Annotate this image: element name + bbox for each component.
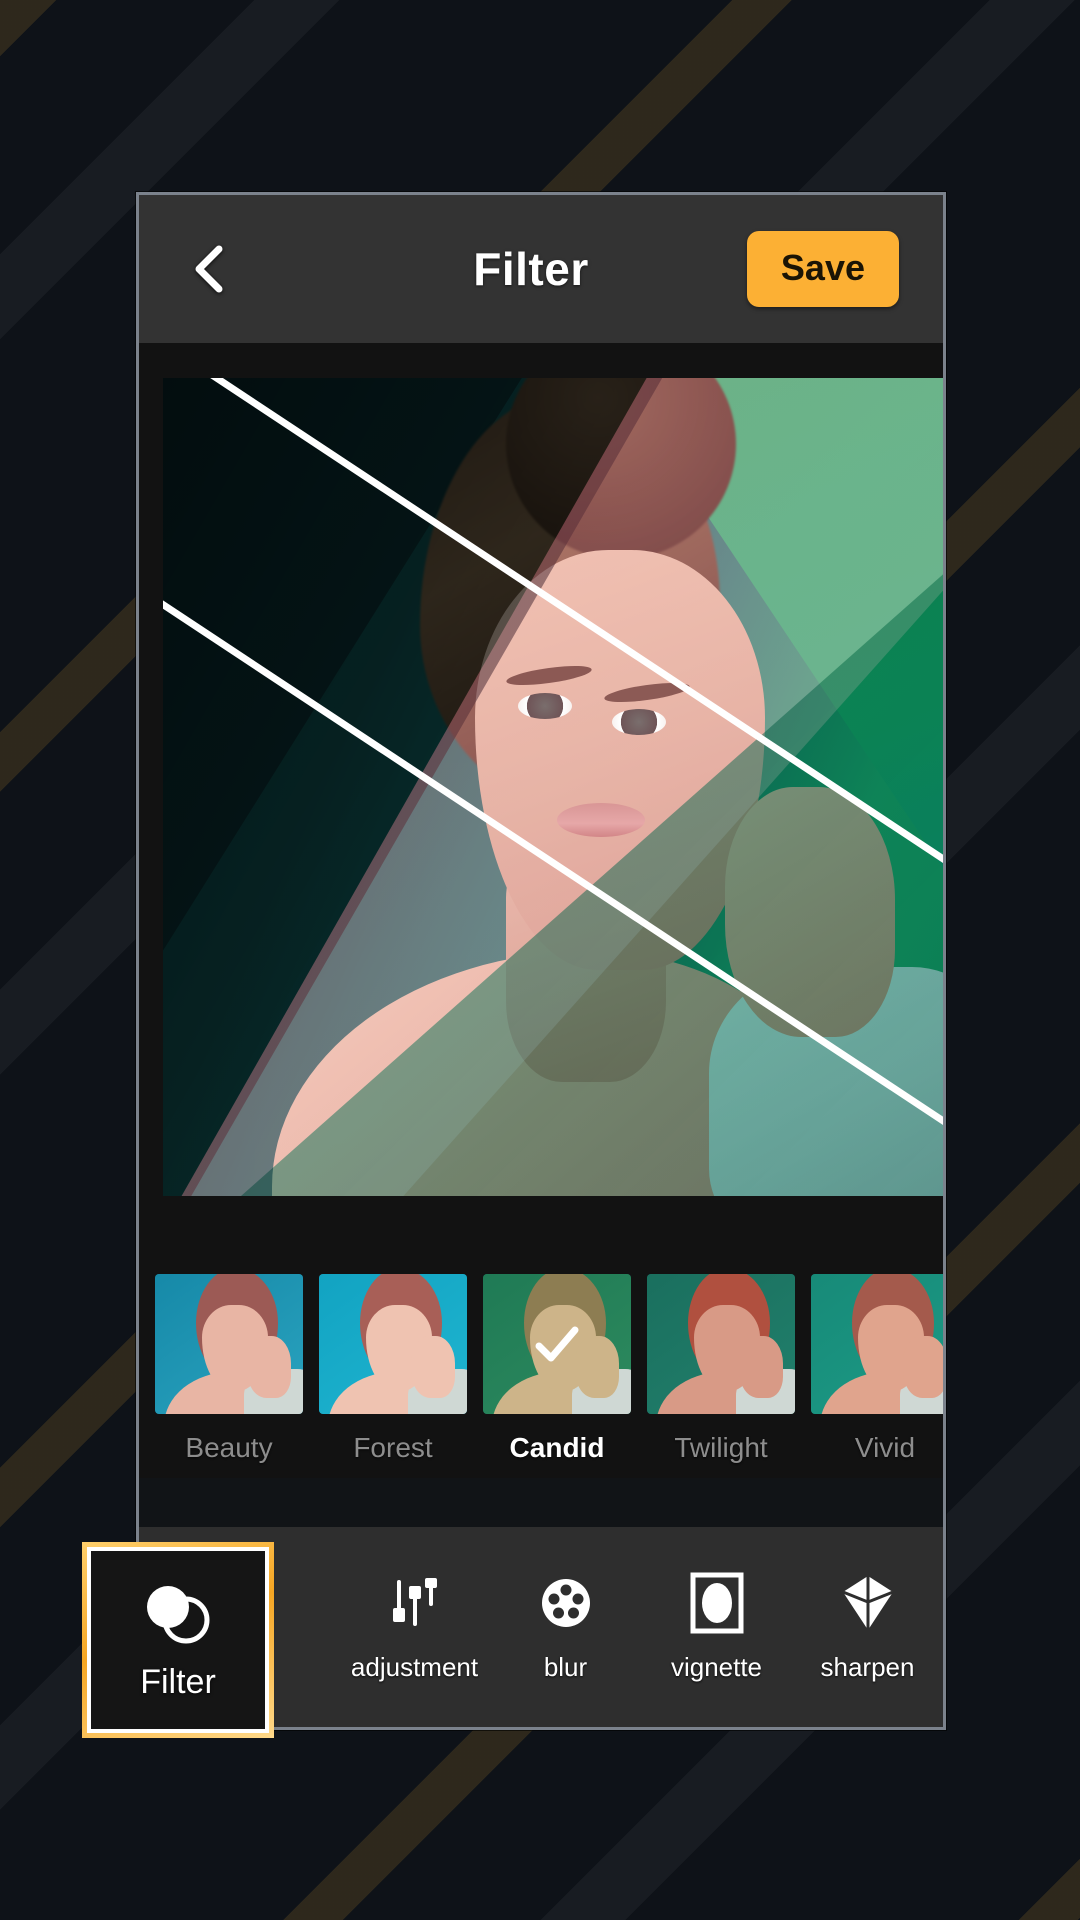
filter-item-vivid[interactable]: Vivid [811, 1274, 943, 1464]
filter-item-label: Beauty [185, 1432, 273, 1463]
toolbar-item-label: Filter [140, 1662, 216, 1701]
toolbar-item-sharpen[interactable]: sharpen [792, 1572, 943, 1683]
chevron-left-icon [195, 245, 223, 293]
filter-tile-inner: Filter [87, 1547, 269, 1733]
toolbar-item-label: sharpen [820, 1651, 915, 1682]
check-icon [535, 1326, 579, 1362]
filter-thumbnail-art [811, 1274, 943, 1414]
gem-icon [837, 1572, 899, 1634]
filter-thumbnail[interactable] [811, 1274, 943, 1414]
filter-item-beauty[interactable]: Beauty [155, 1274, 303, 1464]
filter-item-twilight[interactable]: Twilight [647, 1274, 795, 1464]
filter-thumbnail[interactable] [647, 1274, 795, 1414]
toolbar-item-blur[interactable]: blur [490, 1572, 641, 1683]
filter-thumbnail-art [319, 1274, 467, 1414]
photo-stage [139, 343, 943, 1248]
toolbar-item-label: adjustment [350, 1651, 479, 1682]
phone-screen-panel: Filter Save Beauty Forest Candid Twiligh… [136, 192, 946, 1730]
filter-item-label: Forest [353, 1432, 433, 1463]
app-header: Filter Save [139, 195, 943, 343]
save-button[interactable]: Save [746, 231, 899, 307]
filter-strip[interactable]: Beauty Forest Candid Twilight Vivid [139, 1248, 943, 1478]
filter-item-label: Candid [509, 1432, 605, 1463]
filter-thumbnail-art [155, 1274, 303, 1414]
back-button[interactable] [175, 235, 243, 303]
toolbar-item-label: vignette [670, 1651, 763, 1682]
app-background: Filter Save Beauty Forest Candid Twiligh… [0, 0, 1080, 1920]
sliders-icon [384, 1572, 446, 1634]
toolbar-item-vignette[interactable]: vignette [641, 1572, 792, 1683]
aperture-dots-icon [535, 1572, 597, 1634]
photo-preview[interactable] [163, 378, 943, 1196]
filter-item-forest[interactable]: Forest [319, 1274, 467, 1464]
filter-thumbnail[interactable] [155, 1274, 303, 1414]
filter-item-label: Vivid [854, 1432, 916, 1463]
filter-thumbnail[interactable] [483, 1274, 631, 1414]
filter-list: Beauty Forest Candid Twilight Vivid [155, 1274, 943, 1464]
toolbar-item-filter[interactable]: Filter [82, 1542, 274, 1738]
filter-thumbnail[interactable] [319, 1274, 467, 1414]
filter-thumbnail-art [647, 1274, 795, 1414]
toolbar-item-adjustment[interactable]: adjustment [339, 1572, 490, 1683]
filter-item-label: Twilight [674, 1432, 768, 1463]
filter-item-candid[interactable]: Candid [483, 1274, 631, 1464]
overlapping-circles-icon [147, 1585, 210, 1643]
vignette-frame-icon [686, 1572, 748, 1634]
toolbar-item-label: blur [543, 1651, 588, 1682]
